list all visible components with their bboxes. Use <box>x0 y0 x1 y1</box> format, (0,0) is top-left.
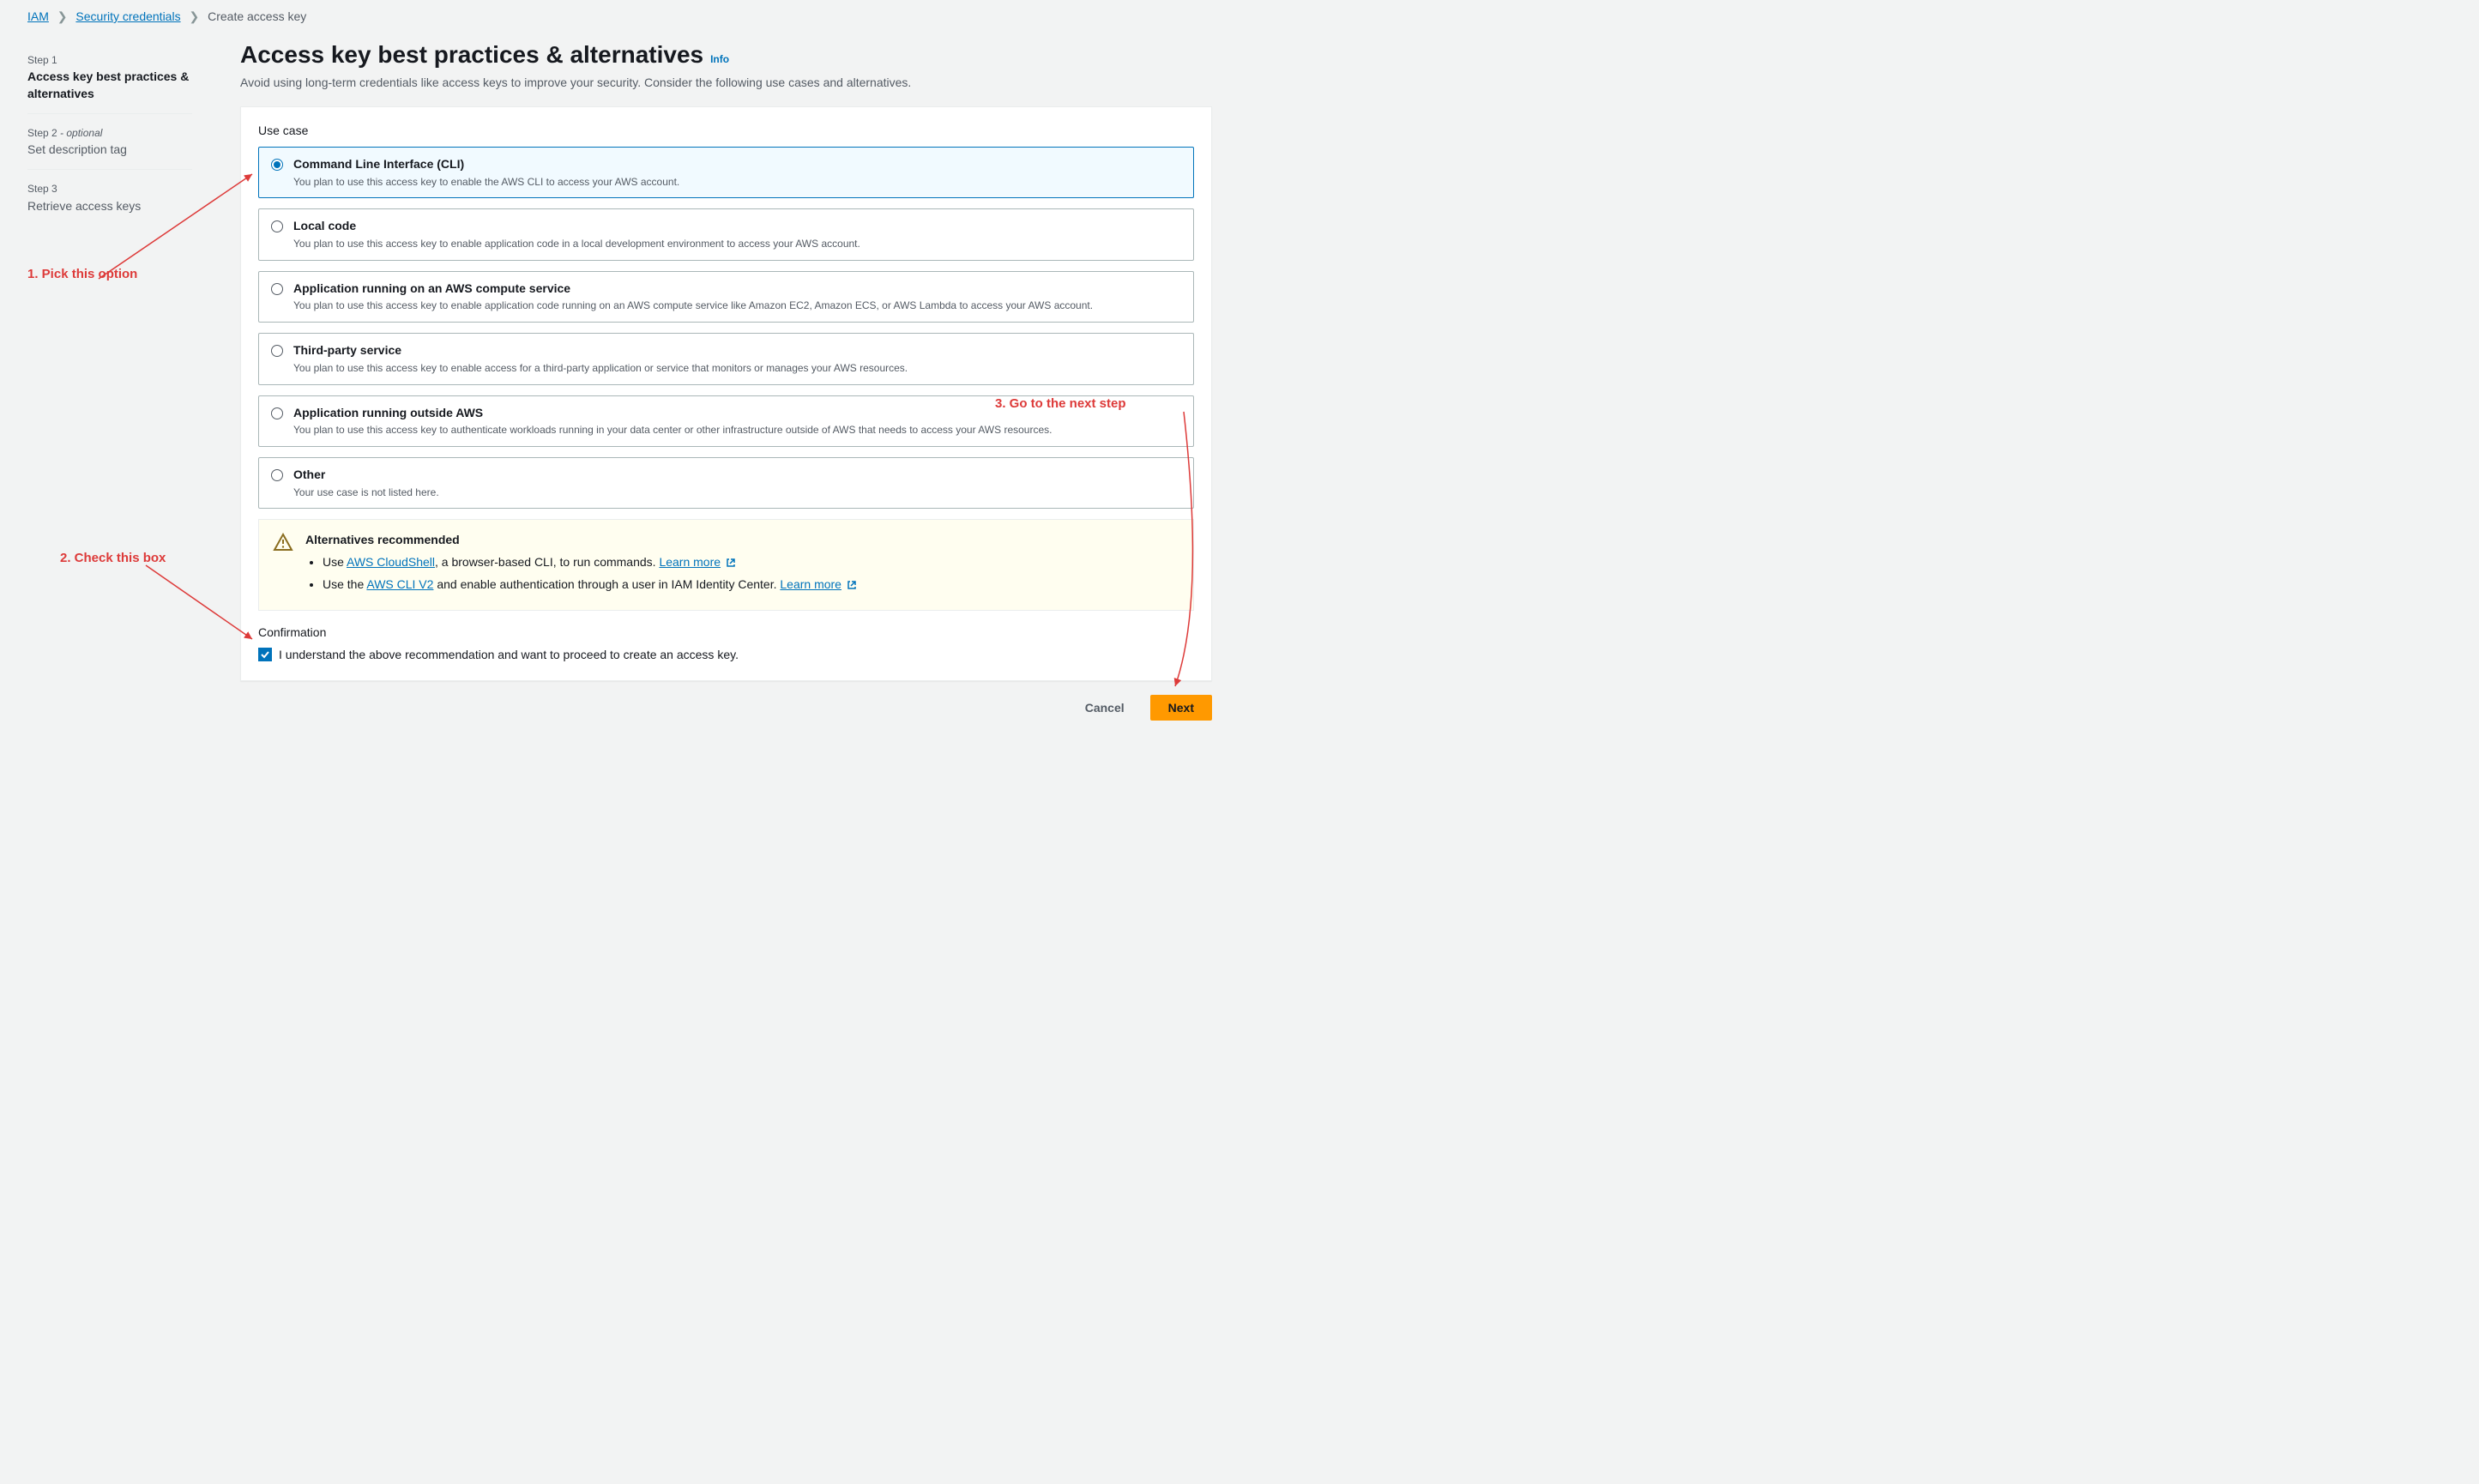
step-label: Step 1 <box>27 53 192 68</box>
option-title: Local code <box>293 218 1181 235</box>
next-button[interactable]: Next <box>1150 695 1212 721</box>
wizard-steps-sidebar: Step 1 Access key best practices & alter… <box>0 31 206 721</box>
main-panel: Use case Command Line Interface (CLI) Yo… <box>240 106 1212 681</box>
usecase-option-cli[interactable]: Command Line Interface (CLI) You plan to… <box>258 147 1194 198</box>
radio-icon <box>271 407 283 419</box>
external-link-icon <box>726 556 736 573</box>
step-title: Set description tag <box>27 142 192 159</box>
breadcrumb-iam[interactable]: IAM <box>27 9 49 23</box>
warning-triangle-icon <box>273 532 293 598</box>
radio-icon <box>271 220 283 232</box>
cli-v2-link[interactable]: AWS CLI V2 <box>366 577 433 591</box>
external-link-icon <box>847 578 857 595</box>
learn-more-link[interactable]: Learn more <box>780 577 841 591</box>
usecase-option-aws-compute[interactable]: Application running on an AWS compute se… <box>258 271 1194 323</box>
page-description: Avoid using long-term credentials like a… <box>240 75 1212 92</box>
option-desc: Your use case is not listed here. <box>293 486 1181 500</box>
breadcrumb: IAM ❯ Security credentials ❯ Create acce… <box>0 0 1240 31</box>
wizard-step-2[interactable]: Step 2 - optional Set description tag <box>27 114 192 170</box>
alternative-item: Use AWS CloudShell, a browser-based CLI,… <box>323 554 1179 573</box>
option-desc: You plan to use this access key to enabl… <box>293 175 1181 190</box>
radio-icon <box>271 159 283 171</box>
step-label: Step 2 - optional <box>27 126 192 141</box>
option-desc: You plan to use this access key to authe… <box>293 423 1181 437</box>
option-desc: You plan to use this access key to enabl… <box>293 237 1181 251</box>
cancel-button[interactable]: Cancel <box>1068 695 1142 721</box>
radio-icon <box>271 283 283 295</box>
breadcrumb-current: Create access key <box>208 9 306 23</box>
step-title: Access key best practices & alternatives <box>27 69 192 102</box>
wizard-step-1[interactable]: Step 1 Access key best practices & alter… <box>27 41 192 114</box>
option-title: Other <box>293 467 1181 484</box>
option-title: Command Line Interface (CLI) <box>293 156 1181 173</box>
alternative-item: Use the AWS CLI V2 and enable authentica… <box>323 576 1179 595</box>
option-title: Application running on an AWS compute se… <box>293 281 1181 298</box>
option-desc: You plan to use this access key to enabl… <box>293 361 1181 376</box>
cloudshell-link[interactable]: AWS CloudShell <box>347 555 435 569</box>
option-title: Third-party service <box>293 342 1181 359</box>
wizard-step-3[interactable]: Step 3 Retrieve access keys <box>27 170 192 225</box>
alternatives-title: Alternatives recommended <box>305 532 1179 549</box>
step-title: Retrieve access keys <box>27 198 192 215</box>
confirmation-text: I understand the above recommendation an… <box>279 647 739 664</box>
confirmation-checkbox[interactable] <box>258 648 272 661</box>
chevron-right-icon: ❯ <box>57 9 68 23</box>
radio-icon <box>271 345 283 357</box>
info-link[interactable]: Info <box>710 52 729 67</box>
usecase-option-local-code[interactable]: Local code You plan to use this access k… <box>258 208 1194 260</box>
radio-icon <box>271 469 283 481</box>
usecase-option-outside-aws[interactable]: Application running outside AWS You plan… <box>258 395 1194 447</box>
confirmation-label: Confirmation <box>258 624 1194 642</box>
learn-more-link[interactable]: Learn more <box>659 555 721 569</box>
breadcrumb-security-credentials[interactable]: Security credentials <box>75 9 180 23</box>
alternatives-recommended-box: Alternatives recommended Use AWS CloudSh… <box>258 519 1194 611</box>
step-label: Step 3 <box>27 182 192 196</box>
usecase-option-third-party[interactable]: Third-party service You plan to use this… <box>258 333 1194 384</box>
option-desc: You plan to use this access key to enabl… <box>293 299 1181 313</box>
option-title: Application running outside AWS <box>293 405 1181 422</box>
usecase-label: Use case <box>258 123 1194 140</box>
page-title: Access key best practices & alternatives <box>240 38 703 71</box>
usecase-option-other[interactable]: Other Your use case is not listed here. <box>258 457 1194 509</box>
chevron-right-icon: ❯ <box>189 9 199 23</box>
